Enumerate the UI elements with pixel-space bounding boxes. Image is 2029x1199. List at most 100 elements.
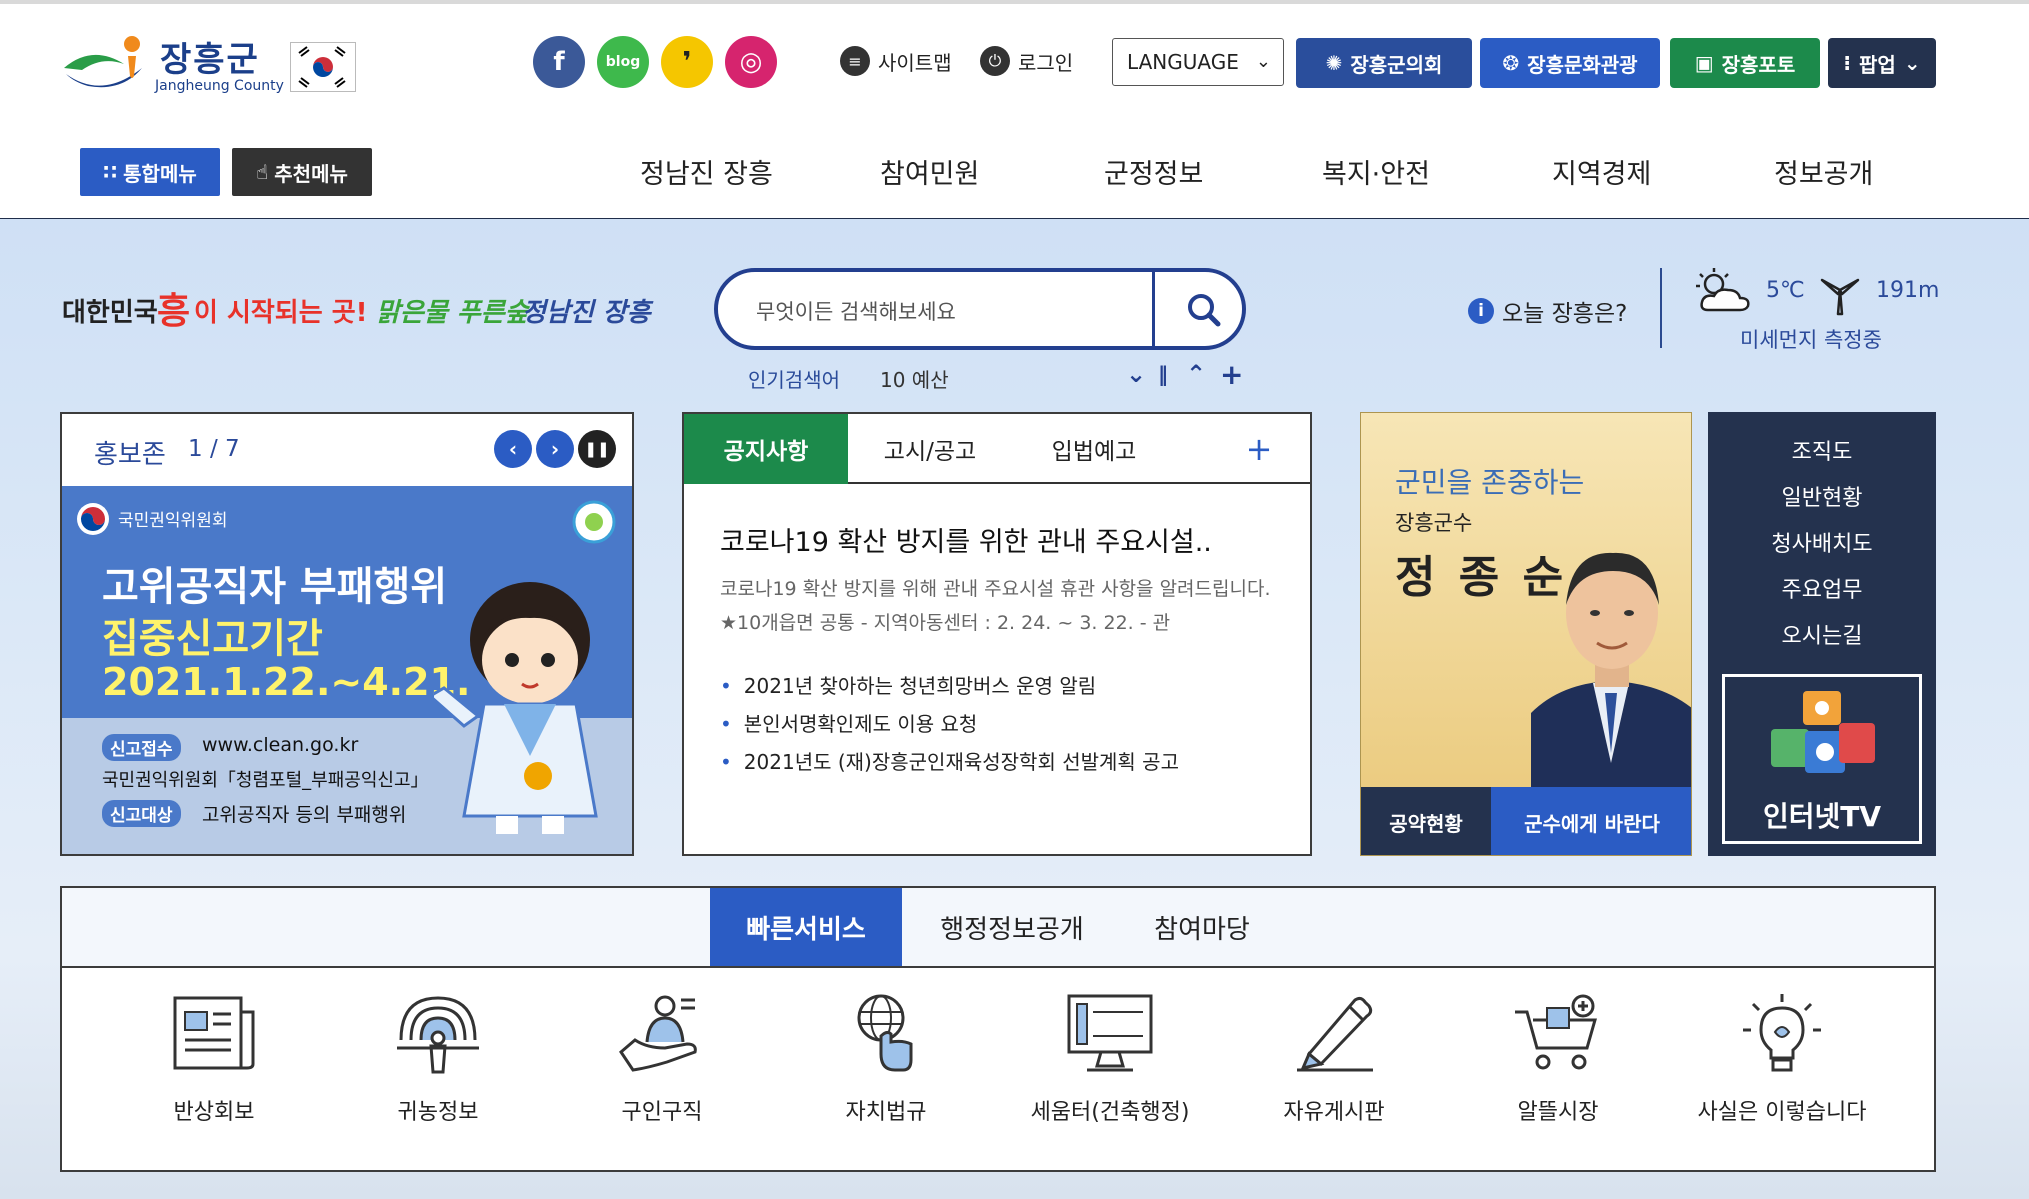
sitemap-link[interactable]: ≡ 사이트맵 [840,46,952,76]
sidebar-item-office-layout[interactable]: 청사배치도 [1708,526,1936,558]
weather-divider [1660,268,1662,348]
service-label: 알뜰시장 [1517,1100,1599,1125]
promo-counter: 1 / 7 [188,436,240,462]
governor-title: 장흥군수 [1395,511,1473,535]
cloud-sun-icon [1696,268,1750,312]
today-label: 오늘 장흥은? [1502,301,1628,327]
service-newsletter[interactable]: 반상회보 [124,992,304,1125]
blog-icon[interactable]: blog [597,36,649,88]
language-select[interactable]: LANGUAGE ⌄ [1112,38,1284,86]
tab-announcement[interactable]: 고시/공고 [848,414,1012,484]
internet-tv-label: 인터넷TV [1762,800,1882,833]
nav-item-disclosure[interactable]: 정보공개 [1774,152,1873,191]
service-local-laws[interactable]: 자치법규 [796,992,976,1125]
pause-icon[interactable]: ❚❚ [578,430,616,468]
service-label: 세움터(건축행정) [1030,1100,1190,1125]
temperature: 5℃ [1766,278,1805,303]
sidebar-item-overview[interactable]: 일반현황 [1708,480,1936,512]
search-divider [1152,272,1155,346]
today-jangheung[interactable]: i 오늘 장흥은? [1468,294,1627,328]
newspaper-icon [173,996,255,1070]
monitor-icon [1067,994,1153,1072]
language-label: LANGUAGE [1127,50,1239,74]
tab-admin-info[interactable]: 행정정보공개 [912,888,1112,966]
list-item[interactable]: 2021년도 (재)장흥군인재육성장학회 선발계획 공고 [720,746,1179,775]
banner-subheadline: 집중신고기간 [102,616,323,662]
chevron-left-icon[interactable]: ‹ [494,430,532,468]
popular-term[interactable]: 10 예산 [880,364,949,393]
chevron-down-icon: ⌄ [1903,51,1921,75]
council-button[interactable]: ✺ 장흥군의회 [1296,38,1472,88]
search-icon[interactable] [1184,290,1224,330]
nav-item-economy[interactable]: 지역경제 [1552,152,1651,191]
instagram-icon[interactable]: ◎ [725,36,777,88]
chevron-up-icon[interactable]: ⌃ [1186,360,1206,388]
list-item[interactable]: 2021년 찾아하는 청년희망버스 운영 알림 [720,670,1096,699]
nav-item-county-info[interactable]: 군정정보 [1104,152,1203,191]
service-label: 구인구직 [621,1100,703,1125]
tab-notice[interactable]: 공지사항 [684,414,848,484]
banner-target: 고위공직자 등의 부패행위 [202,804,407,826]
culture-tour-button[interactable]: ❂ 장흥문화관광 [1480,38,1660,88]
nav-item-welfare[interactable]: 복지·안전 [1322,152,1430,191]
cart-icon [1515,994,1597,1070]
chevron-down-icon: ⌄ [1255,51,1271,72]
lightbulb-icon [1743,994,1821,1072]
more-plus-icon[interactable]: + [1224,414,1294,484]
sidebar-item-org-chart[interactable]: 조직도 [1708,434,1936,466]
list-item[interactable]: 본인서명확인제도 이용 요청 [720,708,978,737]
sidebar-item-main-tasks[interactable]: 주요업무 [1708,572,1936,604]
pause-icon[interactable]: ‖ [1158,362,1168,386]
notice-headline[interactable]: 코로나19 확산 방지를 위한 관내 주요시설.. [720,520,1212,559]
message-governor-button[interactable]: 군수에게 바란다 [1491,787,1691,855]
chevron-right-icon[interactable]: › [536,430,574,468]
service-farming-info[interactable]: 귀농정보 [348,992,528,1125]
login-link[interactable]: ⏻ 로그인 [980,46,1073,76]
target-tag: 신고대상 [102,800,181,827]
plus-icon[interactable]: + [1220,358,1243,391]
farmer-icon [397,996,479,1074]
search-input[interactable]: 무엇이든 검색해보세요 [756,296,956,326]
service-fact-check[interactable]: 사실은 이렇습니다 [1692,992,1872,1125]
jangheung-logo-icon[interactable] [62,34,146,96]
facebook-icon[interactable]: f [533,36,585,88]
all-menu-button[interactable]: ∷ 통합메뉴 [80,148,220,196]
promo-banner[interactable]: 국민권익위원회 고위공직자 부패행위 집중신고기간 2021.1.22.~4.2… [62,486,632,854]
grid-dots-icon: ∷ [103,160,118,184]
pledge-button[interactable]: 공약현황 [1361,787,1491,855]
banner-headline: 고위공직자 부패행위 [102,564,448,610]
login-label: 로그인 [1018,50,1074,75]
slogan-hong: 흥 [157,291,191,332]
photo-button[interactable]: ▣ 장흥포토 [1670,38,1820,88]
tab-legislation[interactable]: 입법예고 [1012,414,1176,484]
nav-item-jeongnamjin[interactable]: 정남진 장흥 [640,152,773,191]
service-flea-market[interactable]: 알뜰시장 [1468,992,1648,1125]
popup-button[interactable]: ⁝ 팝업 ⌄ [1828,38,1936,88]
job-hand-icon [619,995,697,1072]
promo-title: 홍보존 [94,440,166,470]
service-jobs[interactable]: 구인구직 [572,992,752,1125]
nav-item-civil[interactable]: 참여민원 [880,152,979,191]
sidebar-item-directions[interactable]: 오시는길 [1708,618,1936,650]
report-tag: 신고접수 [102,734,181,761]
image-icon: ▣ [1694,51,1714,75]
chevron-down-icon[interactable]: ⌄ [1126,360,1146,388]
service-label: 사실은 이렇습니다 [1697,1100,1867,1125]
pencil-icon [1297,996,1373,1072]
tab-participation[interactable]: 참여마당 [1122,888,1282,966]
tab-quick-service[interactable]: 빠른서비스 [710,888,902,966]
promo-header: 홍보존 1 / 7 ‹ › ❚❚ [62,414,632,488]
logo-title[interactable]: 장흥군 [160,32,260,81]
internet-tv-button[interactable]: 인터넷TV [1722,674,1922,844]
service-free-board[interactable]: 자유게시판 [1244,992,1424,1125]
korea-flag-icon [290,42,356,92]
recommend-menu-button[interactable]: ☝ 추천메뉴 [232,148,372,196]
kakao-story-icon[interactable]: ❜ [661,36,713,88]
service-label: 귀농정보 [397,1100,479,1125]
service-building-admin[interactable]: 세움터(건축행정) [1020,992,1200,1125]
campaign-badge-icon [572,500,616,544]
governor-panel: 군민을 존중하는 장흥군수 정 종 순 공약현황 군수에게 바란다 [1360,412,1692,856]
quick-services-panel: 빠른서비스 행정정보공개 참여마당 반상회보 귀농정보 구인구직 자치법규 세움… [60,886,1936,1172]
governor-slogan: 군민을 존중하는 [1395,466,1585,499]
service-label: 자치법규 [845,1100,927,1125]
